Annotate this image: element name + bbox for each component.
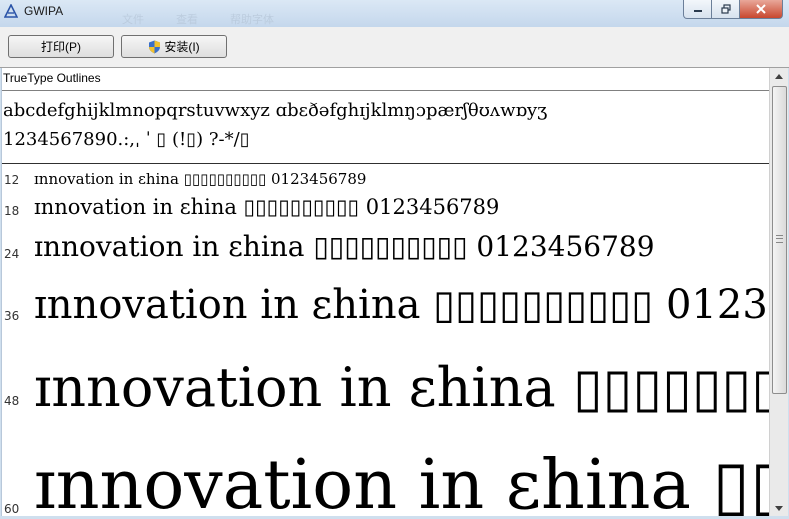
scroll-thumb[interactable] xyxy=(772,86,787,394)
divider xyxy=(2,163,770,164)
sample-text: ɪnnovation in ɛhina ▯▯▯▯▯▯▯▯▯▯ 012345678… xyxy=(34,170,367,188)
sample-text: ɪnnovation in ɛhina ▯▯▯▯▯▯▯▯▯▯ 012345678… xyxy=(34,356,770,419)
font-info-bar: TrueType Outlines xyxy=(2,68,770,91)
sample-size: 60 xyxy=(4,502,20,516)
restore-button[interactable] xyxy=(712,0,740,19)
font-type-label: TrueType Outlines xyxy=(3,71,101,85)
sample-size: 12 xyxy=(4,173,20,187)
charset-line-letters: abcdefghijklmnopqrstuvwxyz ɑbɛðəfghɪjklm… xyxy=(3,100,548,121)
window-controls xyxy=(683,0,783,19)
print-button[interactable]: 打印(P) xyxy=(8,35,114,58)
window-title: GWIPA xyxy=(24,4,64,18)
scroll-down-icon xyxy=(775,505,783,511)
scroll-up-icon xyxy=(775,73,783,79)
title-bar[interactable]: GWIPA 文件 查看 帮助字体 xyxy=(0,0,789,27)
sample-size: 18 xyxy=(4,204,20,218)
install-button[interactable]: 安装(I) xyxy=(121,35,227,58)
close-button[interactable] xyxy=(740,0,783,19)
font-preview-area[interactable]: TrueType Outlines abcdefghijklmnopqrstuv… xyxy=(1,68,770,516)
shield-icon xyxy=(149,40,161,53)
ghost-menu-help: 帮助字体 xyxy=(230,14,274,26)
sample-text: ɪnnovation in ɛhina ▯▯▯▯▯▯▯▯▯▯ 012345678… xyxy=(34,230,655,263)
grip-icon xyxy=(776,235,783,243)
minimize-button[interactable] xyxy=(683,0,712,19)
sample-size: 36 xyxy=(4,309,20,323)
ghost-menu-view: 查看 xyxy=(176,14,198,26)
sample-size: 48 xyxy=(4,394,20,408)
app-icon xyxy=(4,4,18,18)
toolbar: 打印(P) 安装(I) xyxy=(0,27,789,68)
scroll-down-button[interactable] xyxy=(770,500,788,516)
sample-text: ɪnnovation in ɛhina ▯▯▯▯▯▯▯▯▯▯ 012345678… xyxy=(34,446,770,516)
vertical-scrollbar[interactable] xyxy=(769,68,788,516)
install-label: 安装(I) xyxy=(164,40,200,54)
charset-line-digits: 1234567890.:,ˌ ˈ ▯ (!▯) ?-*/▯ xyxy=(3,129,250,150)
scroll-up-button[interactable] xyxy=(770,68,788,84)
sample-size: 24 xyxy=(4,247,20,261)
restore-icon xyxy=(720,4,731,14)
close-icon xyxy=(756,4,766,14)
sample-text: ɪnnovation in ɛhina ▯▯▯▯▯▯▯▯▯▯ 012345678… xyxy=(34,282,770,328)
minimize-icon xyxy=(693,10,702,12)
sample-text: ɪnnovation in ɛhina ▯▯▯▯▯▯▯▯▯▯ 012345678… xyxy=(34,195,500,219)
charset-preview: abcdefghijklmnopqrstuvwxyz ɑbɛðəfghɪjklm… xyxy=(3,96,769,161)
ghost-menu-file: 文件 xyxy=(122,14,144,26)
